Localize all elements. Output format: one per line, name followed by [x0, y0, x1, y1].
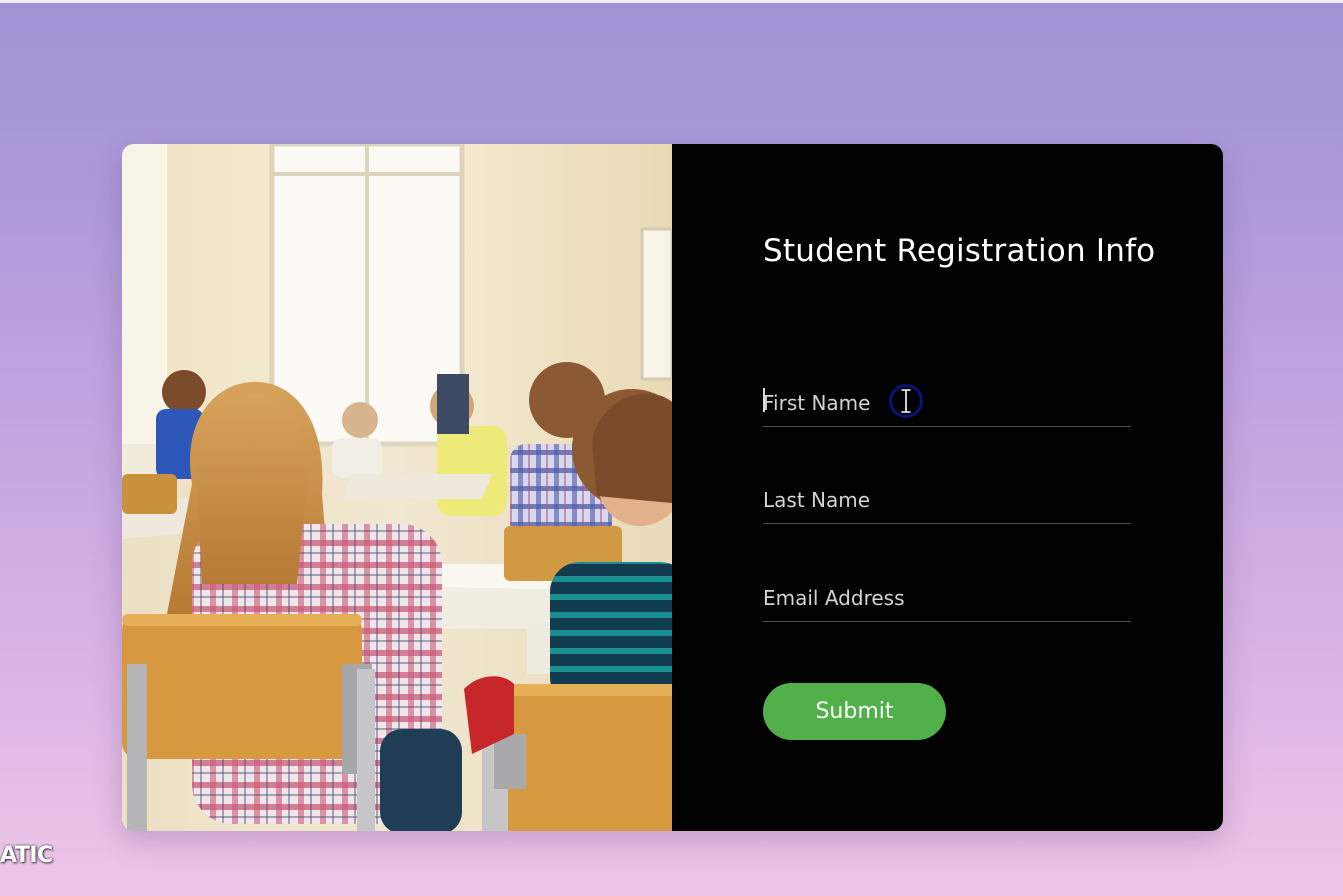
- top-edge: [0, 0, 1343, 3]
- first-name-field-wrapper: [763, 380, 1131, 427]
- email-field-wrapper: [763, 575, 1131, 622]
- first-name-input[interactable]: [763, 380, 1131, 426]
- registration-card: Student Registration Info Submit: [122, 144, 1223, 831]
- last-name-input[interactable]: [763, 477, 1131, 523]
- classroom-photo: [122, 144, 672, 831]
- last-name-field-wrapper: [763, 477, 1131, 524]
- submit-button[interactable]: Submit: [763, 683, 946, 740]
- email-address-input[interactable]: [763, 575, 1131, 621]
- registration-panel: Student Registration Info Submit: [672, 144, 1223, 831]
- text-caret: [763, 388, 765, 412]
- text-cursor-icon: [900, 388, 912, 414]
- form-title: Student Registration Info: [763, 233, 1156, 269]
- watermark-text: ATIC: [0, 843, 53, 868]
